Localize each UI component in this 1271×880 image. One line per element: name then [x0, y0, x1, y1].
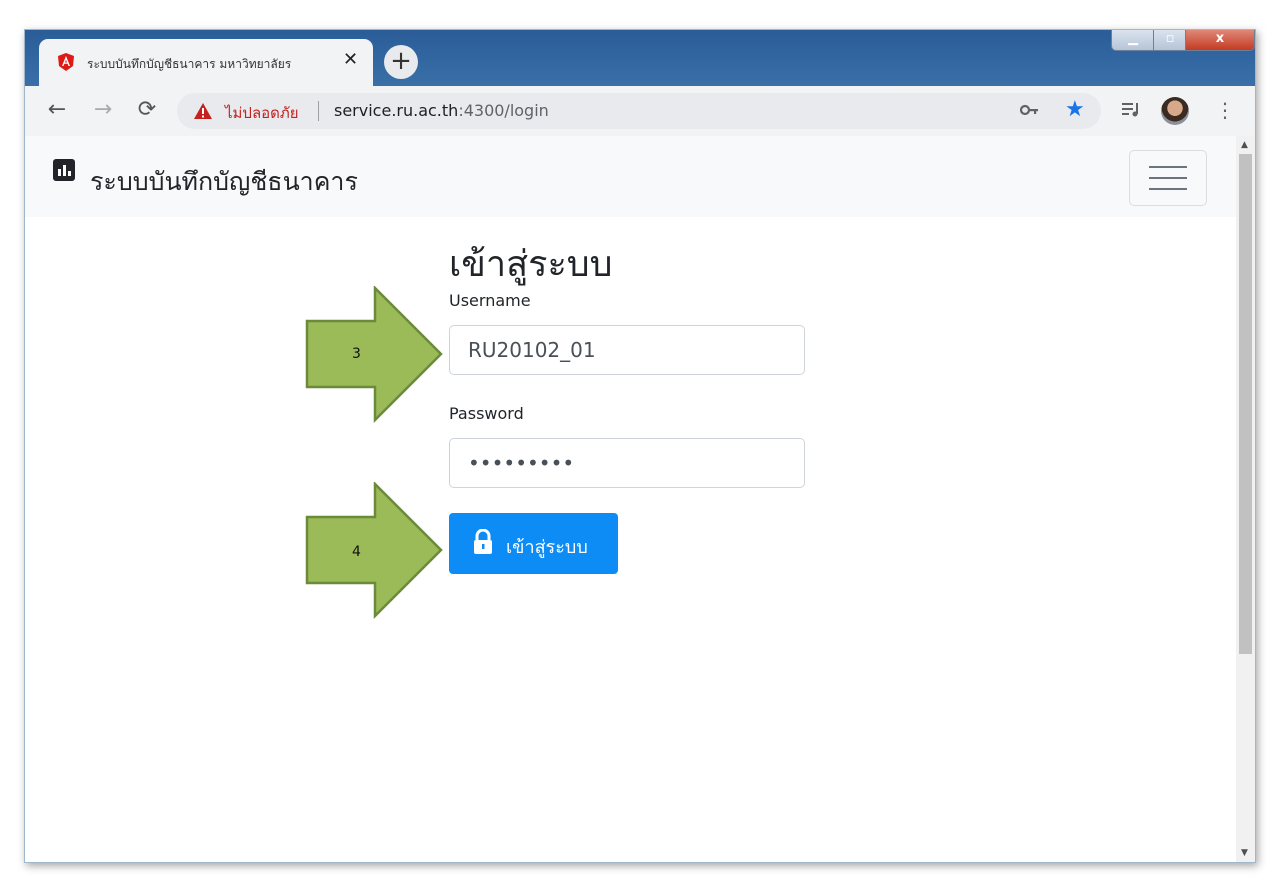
browser-tab[interactable]: ระบบบันทึกบัญชีธนาคาร มหาวิทยาลัยร ✕	[39, 39, 373, 86]
login-button-label: เข้าสู่ระบบ	[506, 537, 588, 558]
window-close-button[interactable]: x	[1185, 30, 1255, 51]
back-icon[interactable]: ←	[45, 98, 69, 122]
tab-title: ระบบบันทึกบัญชีธนาคาร มหาวิทยาลัยร	[87, 57, 292, 71]
browser-menu-icon[interactable]: ⋮	[1215, 98, 1235, 122]
scroll-down-icon[interactable]: ▼	[1241, 848, 1248, 858]
vertical-scrollbar[interactable]: ▲ ▼	[1236, 136, 1255, 862]
username-label: Username	[449, 291, 531, 310]
minimize-button[interactable]: ▁	[1111, 30, 1155, 51]
address-bar[interactable]: ไม่ปลอดภัย service.ru.ac.th:4300/login ★	[177, 93, 1101, 129]
username-input[interactable]	[449, 325, 805, 375]
chart-bar-icon	[53, 159, 75, 181]
menu-toggle-button[interactable]	[1129, 150, 1207, 206]
divider	[318, 101, 319, 121]
forward-icon[interactable]: →	[91, 98, 115, 122]
url-host: service.ru.ac.th	[334, 101, 459, 120]
media-control-icon[interactable]	[1122, 102, 1142, 118]
browser-window: ระบบบันทึกบัญชีธนาคาร มหาวิทยาลัยร ✕ + ▁…	[24, 29, 1256, 863]
tab-close-button[interactable]: ✕	[343, 50, 358, 70]
password-input[interactable]	[449, 438, 805, 488]
security-label[interactable]: ไม่ปลอดภัย	[225, 101, 299, 125]
annotation-label-4: 4	[352, 544, 361, 560]
login-button[interactable]: เข้าสู่ระบบ	[449, 513, 618, 574]
angular-favicon-icon	[58, 53, 74, 71]
browser-toolbar: ← → ⟳ ไม่ปลอดภัย service.ru.ac.th:4300/l…	[25, 86, 1255, 136]
lock-icon	[474, 529, 492, 554]
brand-title[interactable]: ระบบบันทึกบัญชีธนาคาร	[90, 162, 358, 202]
profile-avatar[interactable]	[1161, 97, 1189, 125]
bookmark-star-icon[interactable]: ★	[1065, 97, 1085, 122]
warning-icon	[194, 103, 212, 119]
scroll-up-icon[interactable]: ▲	[1241, 140, 1248, 150]
new-tab-button[interactable]: +	[384, 45, 418, 79]
scroll-thumb[interactable]	[1239, 154, 1252, 654]
reload-icon[interactable]: ⟳	[135, 98, 159, 122]
page-content: ระบบบันทึกบัญชีธนาคาร เข้าสู่ระบบ Userna…	[25, 136, 1236, 862]
annotation-arrow-3	[305, 286, 443, 424]
title-bar: ระบบบันทึกบัญชีธนาคาร มหาวิทยาลัยร ✕ + ▁…	[25, 30, 1255, 86]
login-heading: เข้าสู่ระบบ	[449, 244, 613, 285]
annotation-arrow-4	[305, 482, 443, 620]
url-text[interactable]: service.ru.ac.th:4300/login	[334, 101, 549, 120]
annotation-label-3: 3	[352, 346, 361, 362]
app-navbar: ระบบบันทึกบัญชีธนาคาร	[25, 136, 1236, 217]
password-label: Password	[449, 404, 524, 423]
maximize-button[interactable]: ▫	[1153, 30, 1187, 51]
url-path: :4300/login	[458, 101, 549, 120]
key-icon[interactable]	[1020, 103, 1040, 117]
